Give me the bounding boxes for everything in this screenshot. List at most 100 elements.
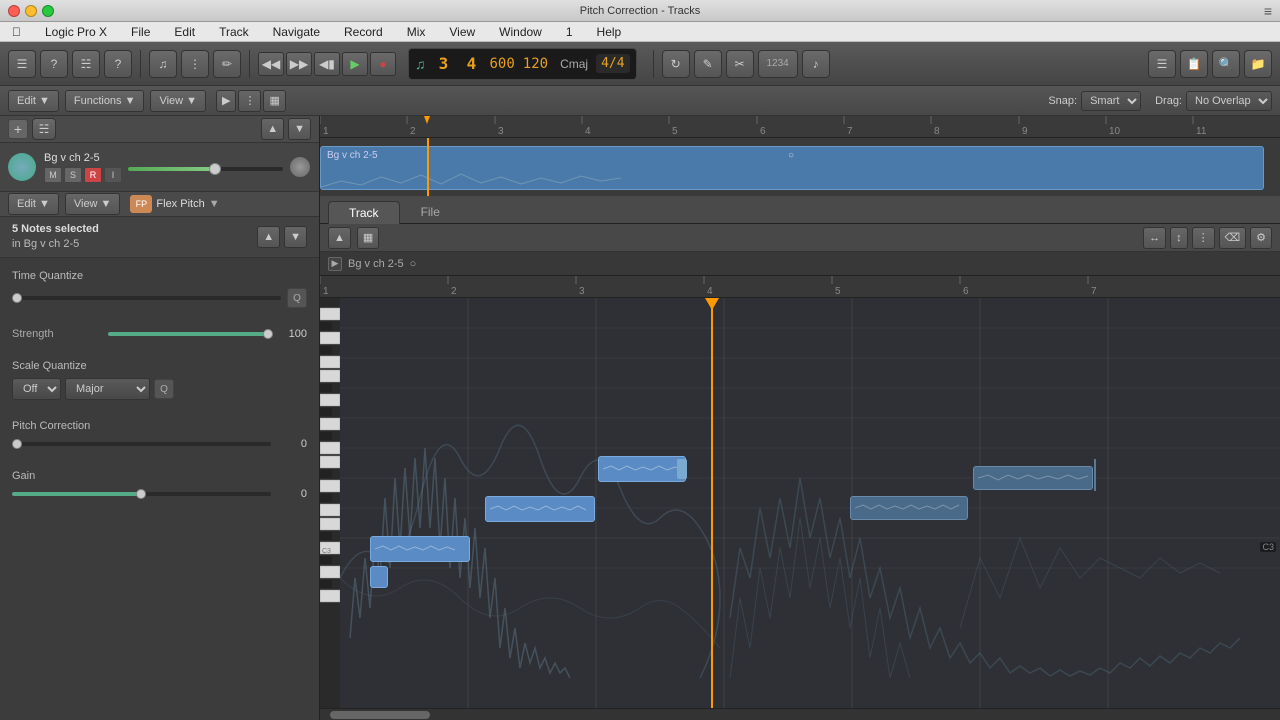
pitch-block-6[interactable] xyxy=(973,466,1093,490)
loop-browser-button[interactable]: 🔍 xyxy=(1212,50,1240,78)
fp-view-dropdown[interactable]: View ▼ xyxy=(65,193,121,215)
window-menu-icon[interactable]: ≡ xyxy=(1264,3,1272,19)
ep-settings[interactable]: ⚙ xyxy=(1250,227,1272,249)
menu-window[interactable]: Window xyxy=(495,23,546,41)
smart-controls-button[interactable]: ♫ xyxy=(149,50,177,78)
drag-select[interactable]: No Overlap Overlap xyxy=(1186,91,1272,111)
info-button[interactable]: ? xyxy=(40,50,68,78)
add-track-button[interactable]: + xyxy=(8,119,28,139)
close-button[interactable] xyxy=(8,5,20,17)
rewind-button[interactable]: ◀◀ xyxy=(258,52,284,76)
track-options-button[interactable]: ☵ xyxy=(32,118,56,140)
menu-track[interactable]: Track xyxy=(215,23,253,41)
pointer-tool[interactable]: ▶ xyxy=(216,90,236,112)
note-pad-button[interactable]: 📋 xyxy=(1180,50,1208,78)
track-output-button[interactable] xyxy=(289,156,311,178)
functions-dropdown[interactable]: Functions ▼ xyxy=(65,90,145,112)
menu-1[interactable]: 1 xyxy=(562,23,577,41)
menu-logicprox[interactable]: Logic Pro X xyxy=(41,23,111,41)
notes-count: 5 Notes selected xyxy=(12,222,99,237)
menu-apple[interactable]:  xyxy=(8,23,25,41)
svg-text:5: 5 xyxy=(835,286,841,297)
pitch-correction-row: 0 xyxy=(12,438,307,450)
volume-knob[interactable] xyxy=(209,163,221,175)
scale-off-dropdown[interactable]: Off On xyxy=(12,378,61,400)
pitch-block-1[interactable] xyxy=(370,536,470,562)
scrollbar-thumb[interactable] xyxy=(330,711,430,719)
volume-fill xyxy=(128,167,221,171)
menu-file[interactable]: File xyxy=(127,23,154,41)
editor-main[interactable]: C3 xyxy=(340,298,1280,708)
metronome-button[interactable]: ♪ xyxy=(802,50,830,78)
mixer-button[interactable]: ⋮ xyxy=(181,50,209,78)
gain-row: 0 xyxy=(12,488,307,500)
library-button[interactable]: ☰ xyxy=(8,50,36,78)
track-settings-button[interactable]: ▼ xyxy=(288,118,311,140)
media-button[interactable]: ☵ xyxy=(72,50,100,78)
filter-tool[interactable]: ▦ xyxy=(263,90,285,112)
pitch-correction-slider[interactable] xyxy=(12,442,271,446)
track-zoom-button[interactable]: ▲ xyxy=(261,118,284,140)
menu-edit[interactable]: Edit xyxy=(170,23,199,41)
ep-scrub[interactable]: ⋮ xyxy=(1192,227,1215,249)
notes-options-btn[interactable]: ▼ xyxy=(284,226,307,248)
pencil-button[interactable]: ✎ xyxy=(694,50,722,78)
snap-control: Snap: Smart Bar Beat Drag: No Overlap Ov… xyxy=(1048,91,1272,111)
time-quantize-thumb[interactable] xyxy=(12,293,22,303)
time-quantize-q-btn[interactable]: Q xyxy=(287,288,307,308)
svg-text:10: 10 xyxy=(1109,126,1121,137)
notes-settings-btn[interactable]: ▲ xyxy=(257,226,280,248)
functions-chevron-icon: ▼ xyxy=(125,95,136,107)
ep-zoom-h[interactable]: ↔ xyxy=(1143,227,1166,249)
track-playhead xyxy=(427,138,429,196)
strength-slider[interactable] xyxy=(108,332,271,336)
volume-bar[interactable] xyxy=(128,167,283,171)
menu-help[interactable]: Help xyxy=(593,23,626,41)
gain-slider[interactable] xyxy=(12,492,271,496)
pitch-block-4[interactable] xyxy=(598,456,686,482)
scale-type-dropdown[interactable]: Major Minor Chromatic xyxy=(65,378,150,400)
ep-lasso[interactable]: ⌫ xyxy=(1219,227,1247,249)
fast-forward-button[interactable]: ▶▶ xyxy=(286,52,312,76)
solo-button[interactable]: S xyxy=(64,167,82,183)
pitch-correction-thumb[interactable] xyxy=(12,439,22,449)
playhead-arrow xyxy=(705,298,719,310)
pitch-block-2[interactable] xyxy=(370,566,388,588)
ep-zoom-v[interactable]: ↕ xyxy=(1170,227,1188,249)
region-play-icon[interactable]: ▶ xyxy=(328,257,342,271)
scissors-button[interactable]: ✂ xyxy=(726,50,754,78)
edit-dropdown[interactable]: Edit ▼ xyxy=(8,90,59,112)
time-quantize-slider[interactable] xyxy=(12,296,281,300)
scale-q-btn[interactable]: Q xyxy=(154,379,174,399)
editors-button[interactable]: ✏ xyxy=(213,50,241,78)
pitch-block-5[interactable] xyxy=(850,496,968,520)
fp-edit-dropdown[interactable]: Edit ▼ xyxy=(8,193,59,215)
view-dropdown[interactable]: View ▼ xyxy=(150,90,206,112)
toolbar: ☰ ? ☵ ? ♫ ⋮ ✏ ◀◀ ▶▶ ◀▮ ▶ ● ♫ 3 4 600 120… xyxy=(0,42,1280,86)
pitch-block-3[interactable] xyxy=(485,496,595,522)
pitch-end-marker[interactable] xyxy=(677,459,687,479)
tab-file[interactable]: File xyxy=(400,200,461,223)
input-monitor-button[interactable]: I xyxy=(104,167,122,183)
minimize-button[interactable] xyxy=(25,5,37,17)
help-button[interactable]: ? xyxy=(104,50,132,78)
record-enable-button[interactable]: R xyxy=(84,167,102,183)
menu-mix[interactable]: Mix xyxy=(403,23,430,41)
cycle-button[interactable]: ↻ xyxy=(662,50,690,78)
svg-text:7: 7 xyxy=(847,126,853,137)
h-scrollbar[interactable] xyxy=(320,708,1280,720)
mute-button[interactable]: M xyxy=(44,167,62,183)
maximize-button[interactable] xyxy=(42,5,54,17)
svg-text:1: 1 xyxy=(323,126,329,137)
all-files-button[interactable]: 📁 xyxy=(1244,50,1272,78)
track-region[interactable]: Bg v ch 2-5 ○ xyxy=(320,146,1264,190)
gain-thumb[interactable] xyxy=(136,489,146,499)
ep-zoom-out[interactable]: ▲ xyxy=(328,227,351,249)
go-to-start-button[interactable]: ◀▮ xyxy=(314,52,340,76)
list-button[interactable]: ☰ xyxy=(1148,50,1176,78)
menu-view[interactable]: View xyxy=(445,23,479,41)
snap-select[interactable]: Smart Bar Beat xyxy=(1081,91,1141,111)
ruler-tool[interactable]: ⋮ xyxy=(238,90,261,112)
strength-thumb[interactable] xyxy=(263,329,273,339)
menu-navigate[interactable]: Navigate xyxy=(269,23,324,41)
